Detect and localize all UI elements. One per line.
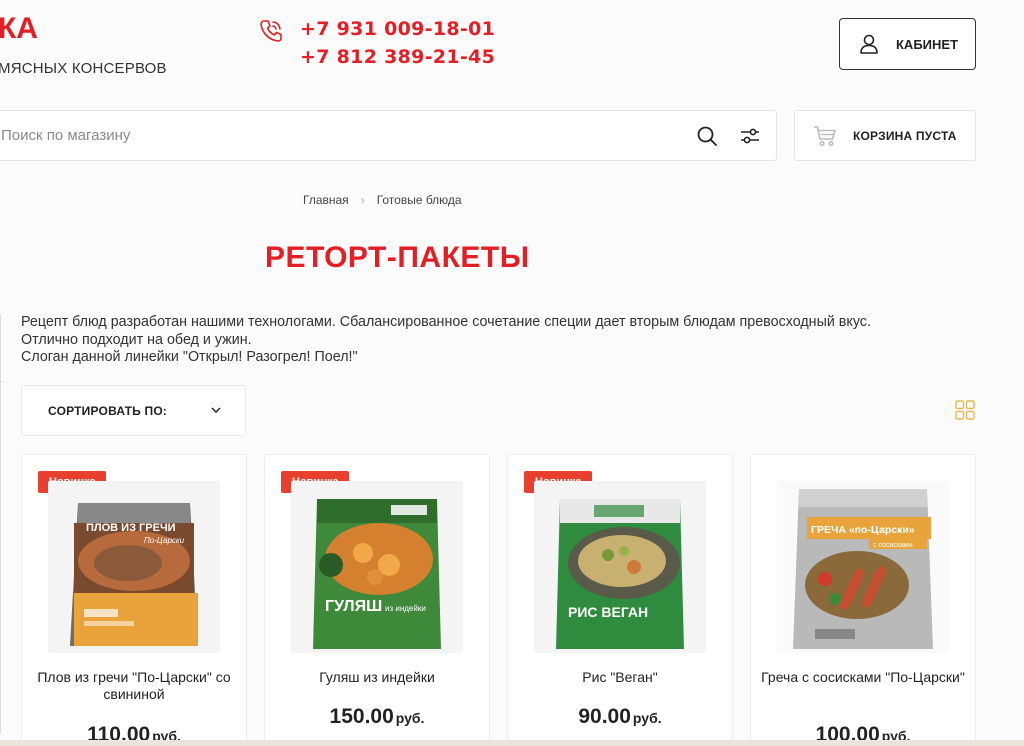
product-card[interactable]: Новинка ПЛОВ ИЗ ГРЕЧИ По-Царски Плов из … (21, 454, 247, 746)
grid-view-icon[interactable] (955, 400, 975, 420)
product-image[interactable]: РИС ВЕГАН (534, 481, 706, 653)
search-icon[interactable] (696, 125, 718, 147)
pack-title: РИС ВЕГАН (568, 604, 648, 620)
product-name[interactable]: Рис "Веган" (518, 669, 722, 686)
chevron-right-icon: › (360, 193, 365, 207)
pack-title: ГРЕЧА «по-Царски» (811, 524, 915, 536)
product-image[interactable]: ГРЕЧА «по-Царски» с сосисками (777, 481, 949, 653)
product-card[interactable]: Новинка РИС ВЕГАН Рис "Веган" 90.00руб. (507, 454, 733, 746)
product-price: 90.00 руб. (508, 705, 732, 729)
cart-icon (814, 125, 836, 146)
chevron-down-icon (211, 407, 221, 414)
price-value: 150.00 (329, 705, 394, 728)
filter-icon[interactable] (739, 125, 761, 147)
product-card[interactable]: ГРЕЧА «по-Царски» с сосисками Греча с со… (750, 454, 976, 746)
phone-number-1[interactable]: +7 931 009-18-01 (300, 18, 495, 40)
price-currency: руб. (395, 710, 425, 726)
pack-title: ПЛОВ ИЗ ГРЕЧИ (86, 522, 176, 534)
sort-dropdown[interactable]: СОРТИРОВАТЬ ПО: (21, 385, 246, 436)
pack-subtitle: из индейки (385, 604, 426, 613)
pack-subtitle: По-Царски (144, 536, 185, 545)
product-image[interactable]: ГУЛЯШ из индейки (291, 481, 463, 653)
product-name[interactable]: Плов из гречи "По-Царски" со свининой (32, 669, 236, 702)
phone-number-2[interactable]: +7 812 389-21-45 (300, 46, 495, 68)
description-line: Отлично подходит на обед и ужин. (21, 331, 252, 348)
logo-tagline: МЯСНЫХ КОНСЕРВОВ (0, 60, 167, 77)
breadcrumb: Главная › Готовые блюда (303, 193, 462, 207)
pack-subtitle: с сосисками (873, 542, 913, 549)
cabinet-button[interactable]: КАБИНЕТ (839, 18, 976, 70)
description-line: Рецепт блюд разработан нашими технологам… (21, 314, 871, 330)
breadcrumb-home[interactable]: Главная (303, 193, 349, 207)
cart-button[interactable]: КОРЗИНА ПУСТА (794, 110, 976, 161)
search-bar (0, 110, 777, 161)
breadcrumb-current[interactable]: Готовые блюда (377, 193, 462, 207)
pack-title: ГУЛЯШ (325, 598, 382, 615)
product-card[interactable]: Новинка ГУЛЯШ из индейки Гуляш из индейк… (264, 454, 490, 746)
price-value: 90.00 (578, 705, 631, 728)
cabinet-label: КАБИНЕТ (896, 36, 959, 52)
sidebar-edge (0, 314, 4, 734)
product-name[interactable]: Греча с сосисками "По-Царски" (761, 669, 965, 686)
phone-icon (260, 20, 282, 42)
search-input[interactable] (0, 111, 679, 160)
page-bottom-edge (0, 740, 1024, 746)
product-image[interactable]: ПЛОВ ИЗ ГРЕЧИ По-Царски (48, 481, 220, 653)
page-title: РЕТОРТ-ПАКЕТЫ (265, 241, 530, 274)
price-currency: руб. (632, 710, 662, 726)
user-icon (860, 34, 878, 54)
sort-label: СОРТИРОВАТЬ ПО: (48, 403, 168, 418)
product-name[interactable]: Гуляш из индейки (275, 669, 479, 686)
description-line: Слоган данной линейки "Открыл! Разогрел!… (21, 349, 358, 365)
sidebar-divider (0, 381, 4, 382)
category-description: Рецепт блюд разработан нашими технологам… (21, 314, 871, 367)
logo-text[interactable]: КА (0, 12, 38, 46)
product-price: 150.00 руб. (265, 705, 489, 729)
cart-label: КОРЗИНА ПУСТА (853, 128, 957, 143)
